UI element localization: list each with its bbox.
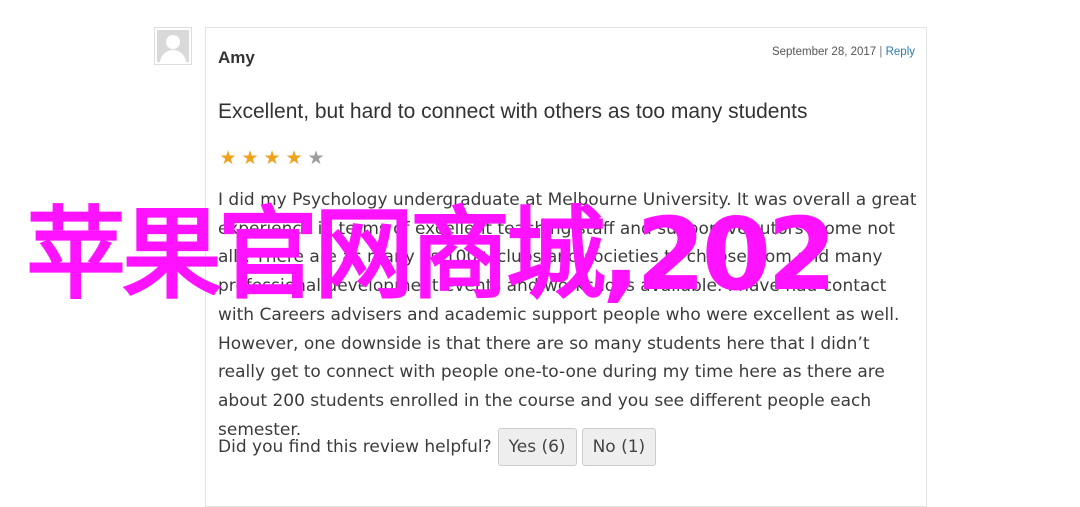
- helpful-prompt: Did you find this review helpful?: [218, 437, 492, 457]
- avatar: [154, 27, 192, 65]
- star-icon: ★: [263, 147, 281, 169]
- helpful-row: Did you find this review helpful? Yes (6…: [218, 428, 657, 466]
- helpful-no-button[interactable]: No (1): [581, 428, 657, 466]
- meta-separator: |: [879, 46, 883, 58]
- star-rating: ★ ★ ★ ★ ★: [218, 147, 326, 169]
- star-icon: ★: [241, 147, 259, 169]
- review-author: Amy: [218, 48, 255, 67]
- star-icon: ★: [307, 147, 325, 169]
- review-card: Amy September 28, 2017 | Reply Excellent…: [205, 27, 927, 507]
- star-icon: ★: [219, 147, 237, 169]
- review-body: I did my Psychology undergraduate at Mel…: [218, 190, 917, 440]
- star-icon: ★: [285, 147, 303, 169]
- review-date: September 28, 2017: [771, 46, 877, 58]
- reply-link[interactable]: Reply: [886, 46, 915, 58]
- review-title: Excellent, but hard to connect with othe…: [218, 100, 808, 123]
- review-meta: September 28, 2017 | Reply: [772, 46, 915, 58]
- default-avatar-icon: [157, 30, 189, 62]
- helpful-yes-button[interactable]: Yes (6): [497, 428, 577, 466]
